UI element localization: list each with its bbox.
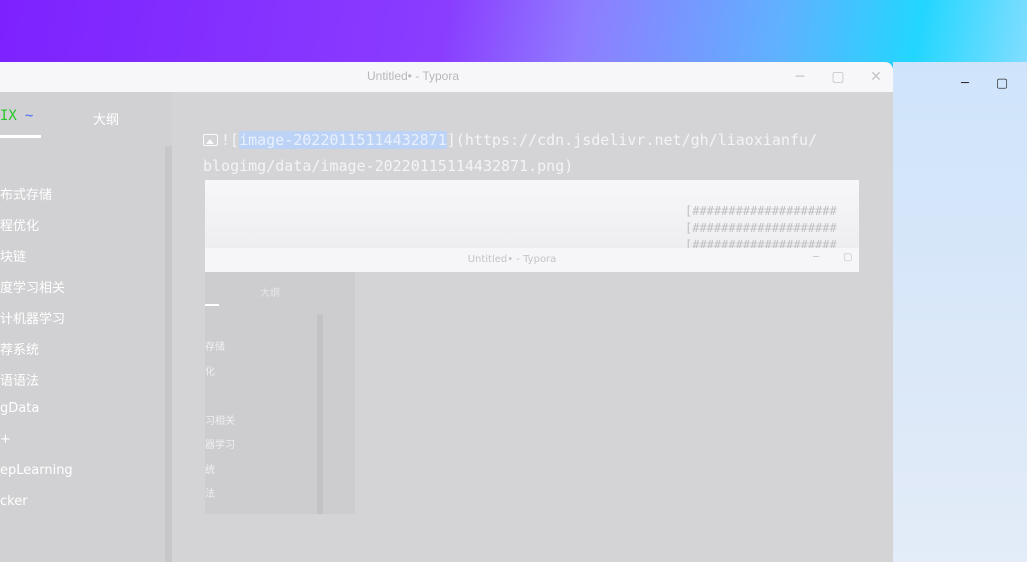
background-maximize-button[interactable]: ▢ bbox=[994, 76, 1010, 92]
preview-sidebar-item: 统 bbox=[205, 465, 215, 476]
preview-terminal-line: [#################### bbox=[685, 221, 837, 235]
preview-sidebar-item: 法 bbox=[205, 489, 215, 500]
preview-terminal: [#################### [#################… bbox=[205, 180, 859, 252]
sidebar-item[interactable]: 计机器学习 bbox=[0, 308, 65, 327]
minimize-button[interactable]: ─ bbox=[790, 67, 810, 87]
preview-scrollbar bbox=[317, 314, 323, 514]
markdown-line[interactable]: blogimg/data/image-20220115114432871.png… bbox=[203, 157, 573, 175]
background-window bbox=[893, 62, 1027, 562]
sidebar-scrollbar[interactable] bbox=[165, 146, 172, 562]
sidebar: IX ~ 大纲 布式存储 程优化 块链 度学习相关 计机器学习 荐系统 语语法 g… bbox=[0, 92, 172, 562]
maximize-button[interactable]: ▢ bbox=[828, 67, 848, 87]
image-preview: [#################### [#################… bbox=[205, 180, 859, 272]
markdown-line[interactable]: ![image-20220115114432871](https://cdn.j… bbox=[203, 131, 817, 149]
preview-title: Untitled• - Typora bbox=[467, 254, 557, 265]
title-bar[interactable]: Untitled• - Typora ─ ▢ ✕ bbox=[0, 62, 893, 92]
tab-files[interactable]: IX ~ bbox=[0, 108, 33, 124]
sidebar-item[interactable]: 荐系统 bbox=[0, 339, 39, 358]
markdown-image-url: ](https://cdn.jsdelivr.net/gh/liaoxianfu… bbox=[446, 131, 818, 149]
sidebar-item[interactable]: 块链 bbox=[0, 246, 26, 265]
sidebar-item[interactable]: gData bbox=[0, 401, 39, 416]
background-minimize-button[interactable]: ─ bbox=[957, 76, 973, 92]
active-tab-indicator bbox=[0, 135, 41, 138]
preview-sidebar-item: 习相关 bbox=[205, 416, 235, 427]
editor[interactable]: ![image-20220115114432871](https://cdn.j… bbox=[172, 92, 893, 562]
markdown-image-prefix: ![ bbox=[221, 131, 240, 149]
files-tab-label: IX bbox=[0, 108, 17, 124]
sidebar-item[interactable]: 度学习相关 bbox=[0, 277, 65, 296]
preview-title-bar: Untitled• - Typora ─ ▢ bbox=[205, 248, 859, 272]
selected-text: image-20220115114432871 bbox=[239, 131, 447, 149]
preview-minimize-icon: ─ bbox=[813, 252, 820, 263]
typora-window: Untitled• - Typora ─ ▢ ✕ IX ~ 大纲 布式存储 程优化… bbox=[0, 62, 893, 562]
sidebar-item[interactable]: + bbox=[0, 432, 11, 447]
sidebar-item[interactable]: 布式存储 bbox=[0, 184, 52, 203]
sidebar-item[interactable]: epLearning bbox=[0, 463, 73, 478]
image-icon bbox=[203, 134, 218, 146]
preview-outline-tab: 大纲 bbox=[260, 288, 280, 299]
close-button[interactable]: ✕ bbox=[866, 67, 886, 87]
preview-sidebar-item: 化 bbox=[205, 367, 215, 378]
preview-sidebar-item: 器学习 bbox=[205, 440, 235, 451]
preview-sidebar-item: 存储 bbox=[205, 342, 225, 353]
tab-outline[interactable]: 大纲 bbox=[93, 109, 119, 128]
image-preview-sidebar: 大纲 存储 化 习相关 器学习 统 法 bbox=[205, 272, 355, 514]
preview-terminal-line: [#################### bbox=[685, 204, 837, 218]
sidebar-item[interactable]: 语语法 bbox=[0, 370, 39, 389]
sidebar-item[interactable]: 程优化 bbox=[0, 215, 39, 234]
preview-tab-indicator bbox=[205, 304, 219, 306]
files-tab-suffix: ~ bbox=[24, 108, 34, 124]
window-title: Untitled• - Typora bbox=[366, 69, 460, 83]
sidebar-item[interactable]: cker bbox=[0, 494, 28, 509]
preview-maximize-icon: ▢ bbox=[843, 252, 853, 263]
